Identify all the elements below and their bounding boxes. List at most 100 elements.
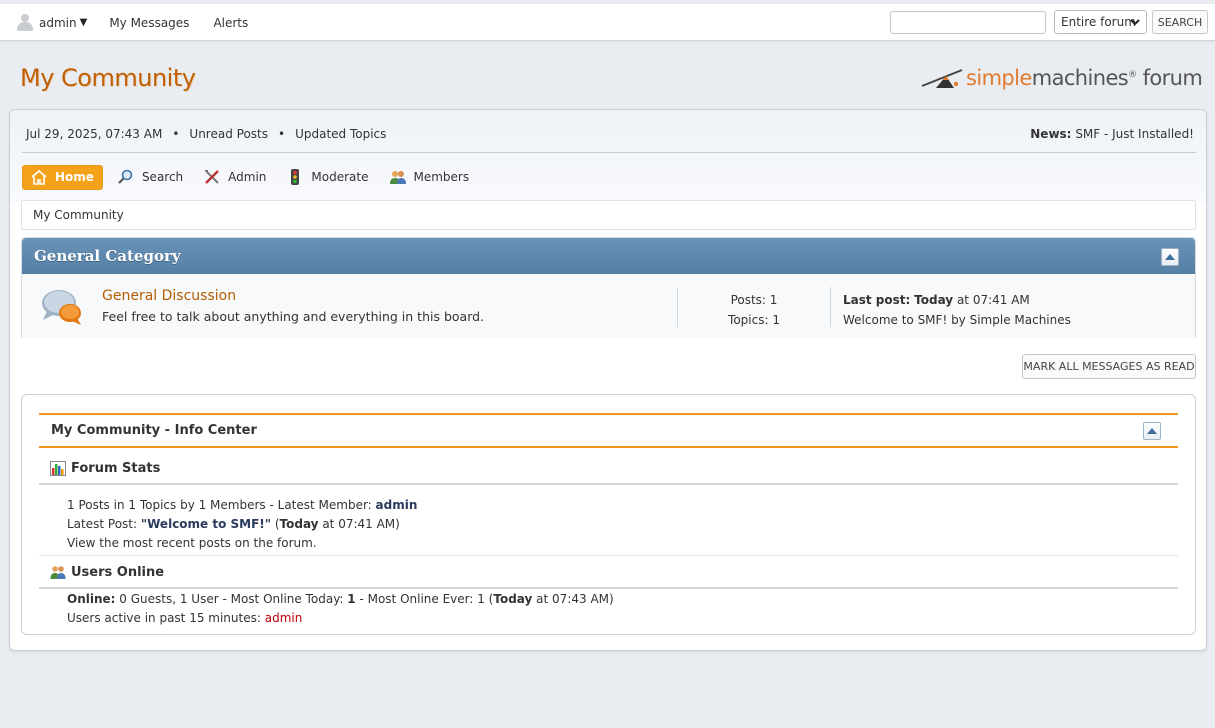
divider [39,587,1178,589]
menu-moderate[interactable]: Moderate [280,165,374,190]
last-post-label: Last post: [843,293,911,307]
collapse-arrow-icon [1147,428,1157,434]
latest-post-time: at 07:41 AM) [318,517,400,531]
latest-post-today: Today [279,517,319,531]
forum-stats-title[interactable]: Forum Stats [71,461,160,476]
news-line: News: SMF - Just Installed! [1030,127,1194,141]
info-center-collapse-button[interactable] [1143,422,1161,440]
menu-home-label: Home [55,170,94,184]
menu-search-label: Search [141,170,184,184]
smf-logo-text: simplemachines® forum [966,66,1203,90]
latest-post-paren: ( [271,517,280,531]
last-post-today: Today [914,293,954,307]
category-general: General Category General Discussion Feel… [21,237,1196,338]
news-text: SMF - Just Installed! [1075,127,1194,141]
board-description: Feel free to talk about anything and eve… [102,309,485,324]
last-post-author-link[interactable]: Simple Machines [970,313,1071,327]
separator: • [278,127,286,141]
info-line: Jul 29, 2025, 07:43 AM • Unread Posts • … [26,127,386,141]
active-users-label: Users active in past 15 minutes: [67,611,265,625]
news-label: News: [1030,127,1072,141]
board-posts-count: Posts: 1 [730,293,778,307]
collapse-arrow-icon [1165,254,1175,260]
tools-icon [203,169,221,185]
divider [39,483,1178,485]
latest-member-link[interactable]: admin [376,498,418,512]
menu-moderate-label: Moderate [311,170,369,184]
main-wrapper: Jul 29, 2025, 07:43 AM • Unread Posts • … [9,109,1207,651]
forum-stats-heading: Forum Stats [50,461,160,476]
menu-members-label: Members [413,170,470,184]
most-online-ever-today: Today [493,592,533,606]
breadcrumb: My Community [21,200,1196,230]
stats-line-totals: 1 Posts in 1 Topics by 1 Members - Lates… [67,498,417,512]
recent-posts-link[interactable]: View the most recent posts on the forum. [67,536,317,550]
magnifier-icon [117,169,135,185]
smf-logo[interactable]: simplemachines® forum [920,62,1203,96]
users-online-icon [50,565,66,580]
online-label: Online: [67,592,116,606]
current-datetime: Jul 29, 2025, 07:43 AM [26,127,163,141]
breadcrumb-home-link[interactable]: My Community [33,208,124,222]
top-bar: admin ▼ My Messages Alerts Entire forum … [0,4,1215,41]
category-collapse-button[interactable] [1161,248,1179,266]
my-messages-link[interactable]: My Messages [109,16,189,30]
info-center-title: My Community - Info Center [51,423,257,438]
board-stats: Posts: 1 Topics: 1 [678,290,830,330]
active-user-link[interactable]: admin [265,611,303,625]
active-users-line: Users active in past 15 minutes: admin [67,611,302,625]
most-online-ever-time: at 07:43 AM) [532,592,614,606]
username: admin [39,15,77,30]
forum-title[interactable]: My Community [20,64,196,92]
traffic-light-icon [286,169,304,185]
alerts-link[interactable]: Alerts [213,16,248,30]
main-menu: Home Search Admin Moderate Members [22,164,483,190]
board-topics-count: Topics: 1 [728,313,780,327]
last-post-topic-link[interactable]: Welcome to SMF! [843,313,947,327]
stats-line-latest-post: Latest Post: "Welcome to SMF!" (Today at… [67,517,400,531]
search-scope-value: Entire forum [1061,15,1136,29]
chevron-down-icon [1130,14,1140,33]
board-name-link[interactable]: General Discussion [102,288,236,304]
menu-admin-label: Admin [228,170,267,184]
info-center: My Community - Info Center Forum Stats 1… [21,394,1196,635]
updated-topics-link[interactable]: Updated Topics [295,127,386,141]
users-online-heading: Users Online [50,565,164,580]
category-header: General Category [22,238,1195,274]
menu-members[interactable]: Members [383,165,476,190]
user-avatar-icon [16,14,34,31]
divider [22,152,1196,153]
user-menu-bar: admin ▼ My Messages Alerts [16,4,272,41]
members-icon [389,169,407,185]
board-last-post: Last post: Today at 07:41 AM Welcome to … [843,290,1071,330]
unread-posts-link[interactable]: Unread Posts [189,127,268,141]
menu-admin[interactable]: Admin [197,165,272,190]
search-form: Entire forum SEARCH [890,10,1208,34]
board-row: General Discussion Feel free to talk abo… [22,274,1195,338]
user-menu[interactable]: admin ▼ [16,14,87,31]
upper-section: Jul 29, 2025, 07:43 AM • Unread Posts • … [10,110,1206,202]
menu-home[interactable]: Home [22,164,103,190]
divider [830,287,831,327]
most-online-ever-text: - Most Online Ever: 1 ( [355,592,494,606]
online-summary-line: Online: 0 Guests, 1 User - Most Online T… [67,592,614,606]
latest-post-label: Latest Post: [67,517,141,531]
home-icon [30,169,48,185]
search-input[interactable] [890,10,1046,34]
last-post-time: at 07:41 AM [953,293,1030,307]
menu-search[interactable]: Search [111,165,189,190]
latest-post-link[interactable]: "Welcome to SMF!" [141,517,271,531]
smf-logo-mark-icon [921,69,963,88]
separator: • [172,127,180,141]
mark-all-read-button[interactable]: MARK ALL MESSAGES AS READ [1022,354,1196,379]
info-center-header: My Community - Info Center [39,413,1178,448]
stats-totals-text: 1 Posts in 1 Topics by 1 Members - Lates… [67,498,376,512]
speech-bubbles-icon[interactable] [39,287,85,327]
search-scope-select[interactable]: Entire forum [1054,10,1147,34]
bar-chart-icon [50,461,66,476]
users-online-title[interactable]: Users Online [71,565,164,580]
search-button[interactable]: SEARCH [1152,10,1208,34]
chevron-down-icon: ▼ [79,17,88,28]
most-online-today-value: 1 [347,592,356,606]
divider [39,555,1178,556]
